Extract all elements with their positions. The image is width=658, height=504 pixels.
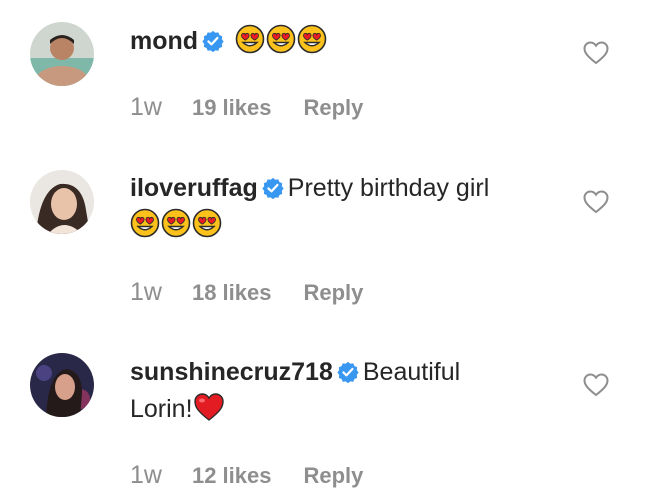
comment-body: Pretty birthday girl	[287, 174, 490, 202]
timestamp[interactable]: 1w	[130, 461, 162, 489]
avatar[interactable]	[30, 170, 94, 234]
heart-eyes-emoji-icon	[192, 208, 222, 247]
verified-badge-icon	[337, 358, 359, 392]
likes-count[interactable]: 18 likes	[192, 280, 272, 305]
likes-count[interactable]: 12 likes	[192, 463, 272, 488]
avatar-image	[30, 353, 94, 417]
heart-eyes-emoji-icon	[161, 208, 191, 247]
reply-button[interactable]: Reply	[303, 95, 363, 120]
username[interactable]: iloveruffag	[130, 174, 258, 202]
avatar-image	[30, 170, 94, 234]
timestamp[interactable]: 1w	[130, 278, 162, 306]
username[interactable]: sunshinecruz718	[130, 358, 333, 386]
avatar[interactable]	[30, 353, 94, 417]
comment-text: sunshinecruz718 Beautiful Lorin!	[130, 355, 560, 431]
comment-body: Beautiful	[362, 358, 461, 386]
likes-count[interactable]: 19 likes	[192, 95, 272, 120]
avatar-image	[30, 22, 94, 86]
verified-badge-icon	[202, 27, 224, 61]
comment-text: mond	[130, 24, 560, 63]
comment-meta: 1w 18 likes Reply	[130, 277, 363, 308]
like-heart-icon[interactable]	[583, 373, 609, 397]
like-heart-icon[interactable]	[583, 190, 609, 214]
comment-body-continued: Lorin!	[130, 395, 193, 423]
username[interactable]: mond	[130, 27, 198, 55]
comment-meta: 1w 12 likes Reply	[130, 460, 363, 491]
reply-button[interactable]: Reply	[303, 280, 363, 305]
heart-eyes-emoji-icon	[266, 24, 296, 63]
red-heart-emoji-icon	[193, 392, 225, 431]
comment-text: iloveruffag Pretty birthday girl	[130, 171, 560, 247]
heart-eyes-emoji-icon	[235, 24, 265, 63]
verified-badge-icon	[262, 174, 284, 208]
comment-meta: 1w 19 likes Reply	[130, 92, 363, 123]
avatar[interactable]	[30, 22, 94, 86]
timestamp[interactable]: 1w	[130, 93, 162, 121]
heart-eyes-emoji-icon	[297, 24, 327, 63]
like-heart-icon[interactable]	[583, 41, 609, 65]
heart-eyes-emoji-icon	[130, 208, 160, 247]
reply-button[interactable]: Reply	[303, 463, 363, 488]
